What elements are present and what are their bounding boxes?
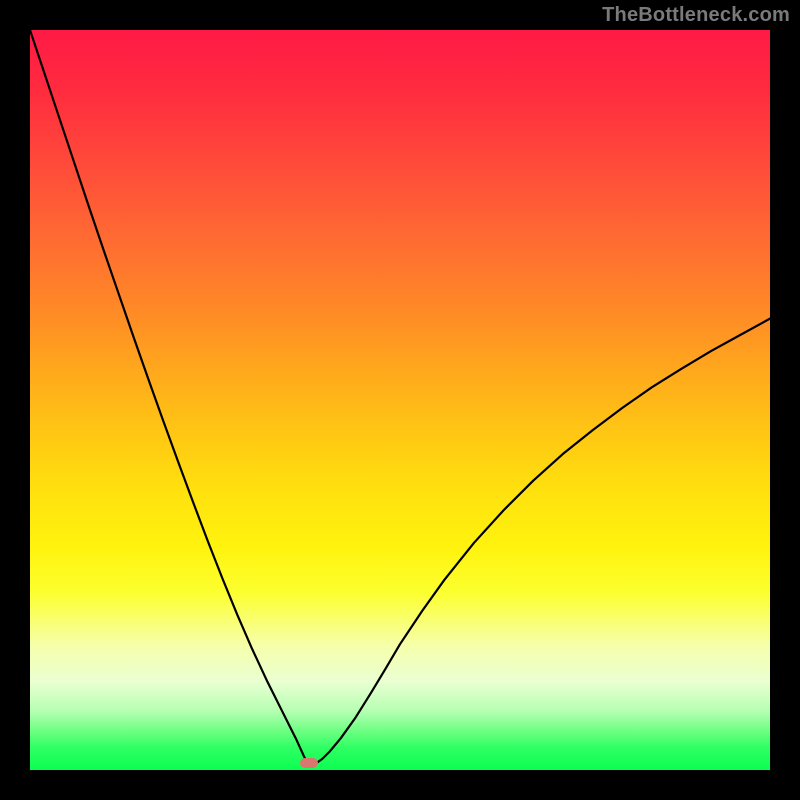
plot-area	[30, 30, 770, 770]
optimal-point-marker	[300, 758, 318, 768]
curve-svg	[30, 30, 770, 770]
chart-frame: TheBottleneck.com	[0, 0, 800, 800]
watermark-text: TheBottleneck.com	[602, 4, 790, 27]
bottleneck-curve	[30, 30, 770, 764]
